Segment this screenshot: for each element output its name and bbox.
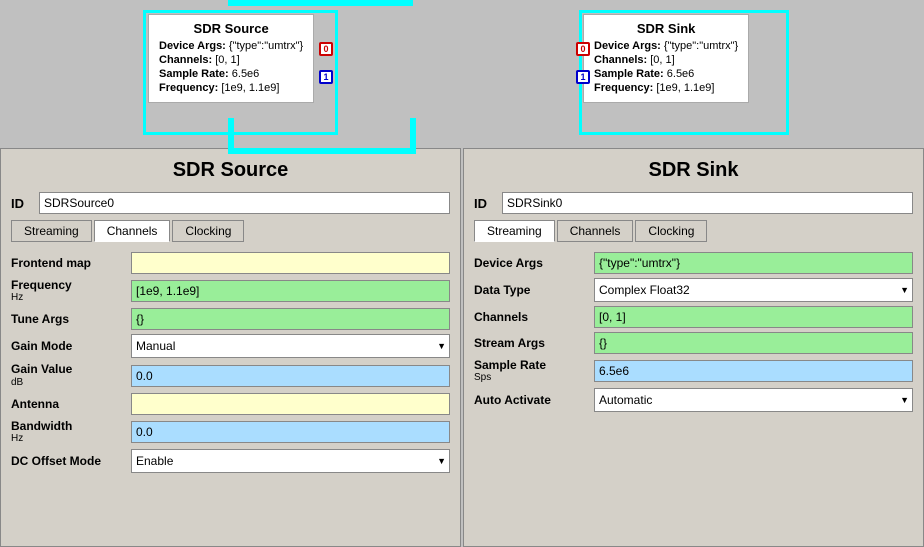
sink-id-label: ID — [474, 196, 494, 211]
source-tab-clocking[interactable]: Clocking — [172, 220, 244, 242]
sink-panel: SDR Sink ID Streaming Channels Clocking … — [463, 148, 924, 547]
sdr-sink-node: SDR Sink Device Args: {"type":"umtrx"} C… — [583, 14, 749, 103]
source-panel: SDR Source ID Streaming Channels Clockin… — [0, 148, 461, 547]
sink-channels-row: Channels — [474, 306, 913, 328]
connector-line-3 — [410, 118, 416, 154]
source-frontend-map-input[interactable] — [131, 252, 450, 274]
connector-line-1 — [228, 118, 234, 148]
sink-data-type-row: Data Type Complex Float32 Complex Int16 … — [474, 278, 913, 302]
sink-data-type-select[interactable]: Complex Float32 Complex Int16 Float32 — [594, 278, 913, 302]
sink-auto-activate-wrapper: Automatic Manual — [594, 388, 913, 412]
source-tune-args-row: Tune Args — [11, 308, 450, 330]
sink-stream-args-row: Stream Args — [474, 332, 913, 354]
sdr-source-node: SDR Source Device Args: {"type":"umtrx"}… — [148, 14, 314, 103]
source-gain-mode-wrapper: Manual Auto — [131, 334, 450, 358]
sink-port-0[interactable]: 0 — [576, 42, 590, 56]
source-bandwidth-input[interactable] — [131, 421, 450, 443]
sink-id-row: ID — [474, 192, 913, 214]
source-antenna-input[interactable] — [131, 393, 450, 415]
source-tab-channels[interactable]: Channels — [94, 220, 171, 242]
source-frontend-map-row: Frontend map — [11, 252, 450, 274]
sink-channels-input[interactable] — [594, 306, 913, 328]
diagram-area: SDR Source Device Args: {"type":"umtrx"}… — [0, 0, 924, 148]
source-antenna-label: Antenna — [11, 397, 131, 411]
sink-port-1[interactable]: 1 — [576, 70, 590, 84]
source-tune-args-label: Tune Args — [11, 312, 131, 326]
source-id-label: ID — [11, 196, 31, 211]
source-dc-offset-select[interactable]: Enable Disable — [131, 449, 450, 473]
source-bandwidth-row: Bandwidth Hz — [11, 419, 450, 445]
panels-area: SDR Source ID Streaming Channels Clockin… — [0, 148, 924, 547]
sink-data-type-label: Data Type — [474, 283, 594, 297]
source-form: Frontend map Frequency Hz Tune Args Gain… — [11, 252, 450, 473]
source-dc-offset-label: DC Offset Mode — [11, 454, 131, 468]
sink-auto-activate-row: Auto Activate Automatic Manual — [474, 388, 913, 412]
sink-device-args-row: Device Args — [474, 252, 913, 274]
sink-device-args-input[interactable] — [594, 252, 913, 274]
source-gain-mode-label: Gain Mode — [11, 339, 131, 353]
source-frequency-input[interactable] — [131, 280, 450, 302]
source-port-0[interactable]: 0 — [319, 42, 333, 56]
sink-auto-activate-label: Auto Activate — [474, 393, 594, 407]
sink-tab-streaming[interactable]: Streaming — [474, 220, 555, 242]
source-id-row: ID — [11, 192, 450, 214]
sink-id-input[interactable] — [502, 192, 913, 214]
source-gain-value-label: Gain Value dB — [11, 362, 131, 388]
sink-tab-channels[interactable]: Channels — [557, 220, 634, 242]
sink-device-args-label: Device Args — [474, 256, 594, 270]
connector-line-2 — [228, 148, 413, 154]
source-dc-offset-row: DC Offset Mode Enable Disable — [11, 449, 450, 473]
source-tabs: Streaming Channels Clocking — [11, 220, 450, 242]
sink-sample-rate-input[interactable] — [594, 360, 913, 382]
connector-line-4 — [228, 0, 413, 6]
sink-panel-title: SDR Sink — [474, 159, 913, 182]
sink-stream-args-label: Stream Args — [474, 336, 594, 350]
sink-auto-activate-select[interactable]: Automatic Manual — [594, 388, 913, 412]
source-gain-value-input[interactable] — [131, 365, 450, 387]
source-port-1[interactable]: 1 — [319, 70, 333, 84]
source-antenna-row: Antenna — [11, 393, 450, 415]
source-panel-title: SDR Source — [11, 159, 450, 182]
sink-tabs: Streaming Channels Clocking — [474, 220, 913, 242]
source-frontend-map-label: Frontend map — [11, 256, 131, 270]
sink-tab-clocking[interactable]: Clocking — [635, 220, 707, 242]
source-dc-offset-wrapper: Enable Disable — [131, 449, 450, 473]
source-frequency-row: Frequency Hz — [11, 278, 450, 304]
sink-sample-rate-row: Sample Rate Sps — [474, 358, 913, 384]
source-tune-args-input[interactable] — [131, 308, 450, 330]
sink-stream-args-input[interactable] — [594, 332, 913, 354]
source-gain-value-row: Gain Value dB — [11, 362, 450, 388]
sdr-source-title: SDR Source — [159, 21, 303, 36]
sink-channels-label: Channels — [474, 310, 594, 324]
sink-form: Device Args Data Type Complex Float32 Co… — [474, 252, 913, 412]
source-bandwidth-label: Bandwidth Hz — [11, 419, 131, 445]
sdr-sink-title: SDR Sink — [594, 21, 738, 36]
source-tab-streaming[interactable]: Streaming — [11, 220, 92, 242]
source-gain-mode-row: Gain Mode Manual Auto — [11, 334, 450, 358]
source-id-input[interactable] — [39, 192, 450, 214]
sink-sample-rate-label: Sample Rate Sps — [474, 358, 594, 384]
sink-data-type-wrapper: Complex Float32 Complex Int16 Float32 — [594, 278, 913, 302]
source-frequency-label: Frequency Hz — [11, 278, 131, 304]
source-gain-mode-select[interactable]: Manual Auto — [131, 334, 450, 358]
